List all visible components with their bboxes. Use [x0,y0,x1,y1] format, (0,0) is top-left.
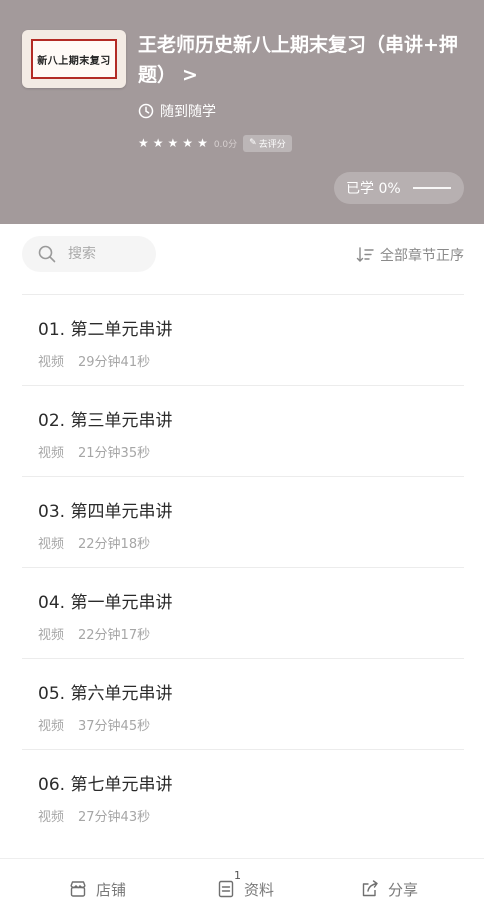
clock-icon [138,103,154,119]
chevron-right-icon: > [182,64,198,86]
rating-score: 0.0分 [213,139,238,150]
chapter-title: 03. 第四单元串讲 [38,502,173,522]
chapter-title: 04. 第一单元串讲 [38,593,173,613]
chapter-meta: 视频 22分钟17秒 [38,624,150,643]
chapter-type: 视频 [38,810,65,825]
materials-badge: 1 [234,869,241,882]
search-input[interactable] [68,246,138,262]
chapter-item[interactable]: 02. 第三单元串讲 视频 21分钟35秒 [22,385,464,476]
progress-pill: 已学 0% [334,172,464,204]
progress-bar [412,187,451,189]
thumbnail-frame: 新八上期末复习 [31,39,117,79]
chapter-title: 05. 第六单元串讲 [38,684,173,704]
chapter-item[interactable]: 01. 第二单元串讲 视频 29分钟41秒 [22,294,464,385]
chapter-meta: 视频 29分钟41秒 [38,351,150,370]
search-icon [38,245,56,263]
rate-button[interactable]: ✎ 去评分 [243,134,292,152]
star-icon: ★ [167,136,179,150]
tab-materials-label: 资料 [244,880,275,899]
bottom-bar: 店铺 1 资料 分享 [0,858,484,912]
sort-icon [356,247,374,262]
tab-share-label: 分享 [388,880,419,899]
course-page: 新八上期末复习 王老师历史新八上期末复习（串讲+押题） > 随到随学 ★ ★ ★ … [0,0,484,912]
chapter-title: 06. 第七单元串讲 [38,775,173,795]
chapter-duration: 22分钟18秒 [78,537,151,552]
course-title-link[interactable]: 王老师历史新八上期末复习（串讲+押题） > [138,30,458,90]
tab-shop-label: 店铺 [96,880,127,899]
course-thumbnail[interactable]: 新八上期末复习 [22,30,126,88]
chapter-duration: 29分钟41秒 [78,355,151,370]
star-icon: ★ [138,136,149,150]
star-icon: ★ [197,136,208,150]
chapter-meta: 视频 21分钟35秒 [38,442,150,461]
sort-button[interactable]: 全部章节正序 [356,244,464,266]
chapter-meta: 视频 37分钟45秒 [38,715,150,734]
tab-share[interactable]: 分享 [360,877,418,901]
chapter-duration: 37分钟45秒 [78,719,151,734]
chapter-item[interactable]: 03. 第四单元串讲 视频 22分钟18秒 [22,476,464,567]
star-icon: ★ [182,136,194,150]
tab-shop[interactable]: 店铺 [68,877,126,901]
share-icon [362,880,378,897]
chapter-title: 01. 第二单元串讲 [38,320,173,340]
chapter-duration: 27分钟43秒 [78,810,151,825]
chapter-duration: 21分钟35秒 [78,446,151,461]
thumbnail-text: 新八上期末复习 [37,55,111,67]
document-icon [218,880,234,898]
rate-button-label: 去评分 [258,139,286,150]
tab-materials[interactable]: 1 资料 [216,869,275,901]
chapter-meta: 视频 27分钟43秒 [38,806,150,825]
chapter-type: 视频 [38,537,65,552]
study-mode-label: 随到随学 [160,104,216,120]
course-header: 新八上期末复习 王老师历史新八上期末复习（串讲+押题） > 随到随学 ★ ★ ★ … [0,0,484,224]
progress-label: 已学 0% [346,181,401,197]
chapter-type: 视频 [38,628,65,643]
sort-label: 全部章节正序 [380,248,464,264]
chapter-type: 视频 [38,446,65,461]
chapter-item[interactable]: 05. 第六单元串讲 视频 37分钟45秒 [22,658,464,749]
chapter-duration: 22分钟17秒 [78,628,151,643]
chapter-type: 视频 [38,719,65,734]
rating-row: ★ ★ ★ ★ ★ 0.0分 ✎ 去评分 [138,134,292,152]
chapter-item[interactable]: 06. 第七单元串讲 视频 27分钟43秒 [22,749,464,840]
shop-icon [70,881,86,897]
search-box[interactable] [22,236,156,272]
study-mode: 随到随学 [138,100,216,122]
star-icon: ★ [152,136,164,150]
chapter-list: 01. 第二单元串讲 视频 29分钟41秒 02. 第三单元串讲 视频 21分钟35… [22,294,464,840]
chapter-meta: 视频 22分钟18秒 [38,533,150,552]
pencil-icon: ✎ [249,138,257,148]
chapter-item[interactable]: 04. 第一单元串讲 视频 22分钟17秒 [22,567,464,658]
chapter-type: 视频 [38,355,65,370]
chapter-title: 02. 第三单元串讲 [38,411,173,431]
